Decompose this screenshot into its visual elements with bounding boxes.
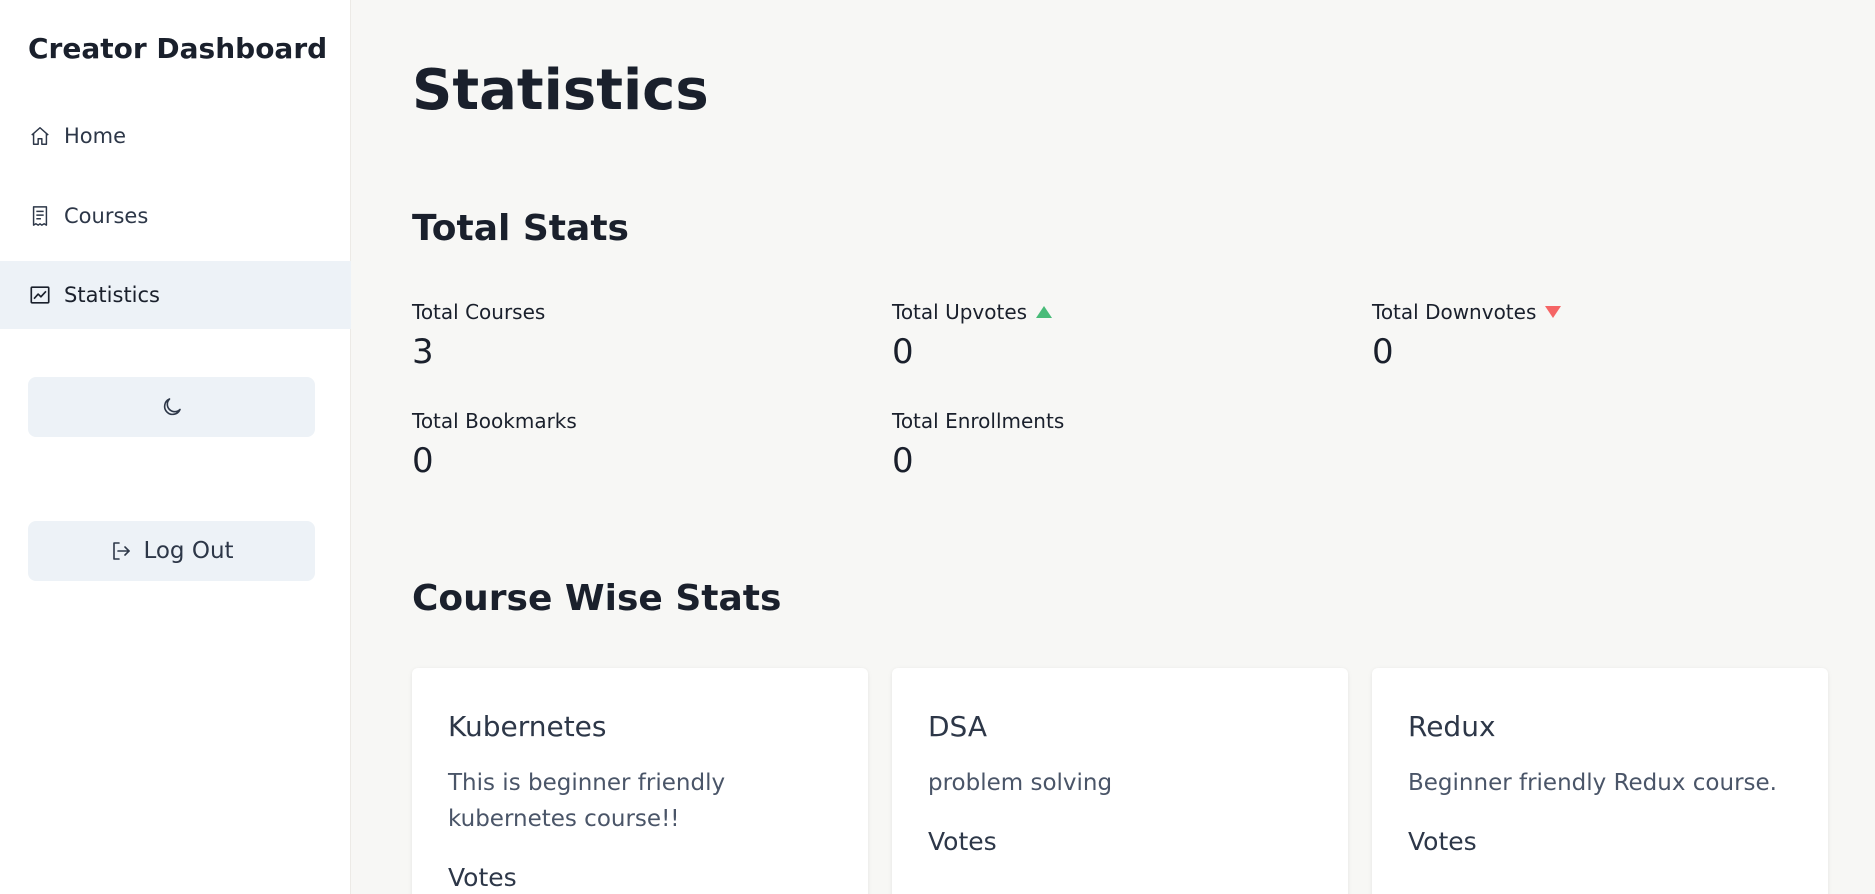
stat-label: Total Upvotes — [892, 300, 1028, 324]
sidebar: Creator Dashboard Home Courses Statistic… — [0, 0, 351, 894]
course-card-dsa: DSA problem solving Votes — [892, 668, 1348, 894]
total-stats-heading: Total Stats — [412, 208, 629, 249]
theme-toggle-button[interactable] — [28, 377, 315, 437]
stat-label: Total Bookmarks — [412, 409, 577, 433]
page-title: Statistics — [412, 58, 709, 123]
course-description: This is beginner friendly kubernetes cou… — [448, 770, 726, 832]
moon-icon — [160, 395, 184, 419]
stat-label: Total Downvotes — [1372, 300, 1537, 324]
stat-total-courses: Total Courses 3 — [412, 300, 872, 372]
receipt-icon — [28, 204, 52, 228]
down-arrow-icon — [1544, 305, 1562, 319]
stat-total-downvotes: Total Downvotes 0 — [1372, 300, 1832, 372]
up-arrow-icon — [1035, 305, 1053, 319]
brand-title: Creator Dashboard — [28, 32, 328, 65]
stat-label-row: Total Upvotes — [892, 300, 1352, 324]
stat-label-row: Total Downvotes — [1372, 300, 1832, 324]
logout-button[interactable]: Log Out — [28, 521, 315, 581]
stat-value: 0 — [892, 441, 914, 481]
stat-value: 0 — [1372, 332, 1394, 372]
sidebar-item-label: Statistics — [64, 283, 160, 307]
sidebar-item-label: Courses — [64, 204, 149, 228]
course-card-redux: Redux Beginner friendly Redux course. Vo… — [1372, 668, 1828, 894]
stat-value: 0 — [412, 441, 434, 481]
sidebar-item-home[interactable]: Home — [0, 102, 351, 170]
course-title: DSA — [928, 710, 988, 743]
course-description: problem solving — [928, 770, 1113, 796]
stat-total-upvotes: Total Upvotes 0 — [892, 300, 1352, 372]
logout-icon — [109, 539, 133, 563]
sidebar-item-statistics[interactable]: Statistics — [0, 261, 351, 329]
home-icon — [28, 124, 52, 148]
stat-label: Total Enrollments — [892, 409, 1065, 433]
course-title: Redux — [1408, 710, 1496, 743]
stat-value: 3 — [412, 332, 434, 372]
votes-label: Votes — [928, 827, 997, 856]
course-wise-stats-heading: Course Wise Stats — [412, 578, 782, 619]
course-card-kubernetes: Kubernetes This is beginner friendly kub… — [412, 668, 868, 894]
sidebar-item-courses[interactable]: Courses — [0, 182, 351, 250]
course-title: Kubernetes — [448, 710, 607, 743]
votes-label: Votes — [448, 863, 517, 892]
votes-label: Votes — [1408, 827, 1477, 856]
sidebar-item-label: Home — [64, 124, 127, 148]
main-content: Statistics Total Stats Total Courses 3 T… — [352, 0, 1875, 894]
chart-line-icon — [28, 283, 52, 307]
stat-total-enrollments: Total Enrollments 0 — [892, 409, 1352, 481]
logout-label: Log Out — [143, 538, 234, 564]
stat-value: 0 — [892, 332, 914, 372]
stat-label: Total Courses — [412, 300, 546, 324]
stat-total-bookmarks: Total Bookmarks 0 — [412, 409, 872, 481]
course-description: Beginner friendly Redux course. — [1408, 770, 1777, 796]
